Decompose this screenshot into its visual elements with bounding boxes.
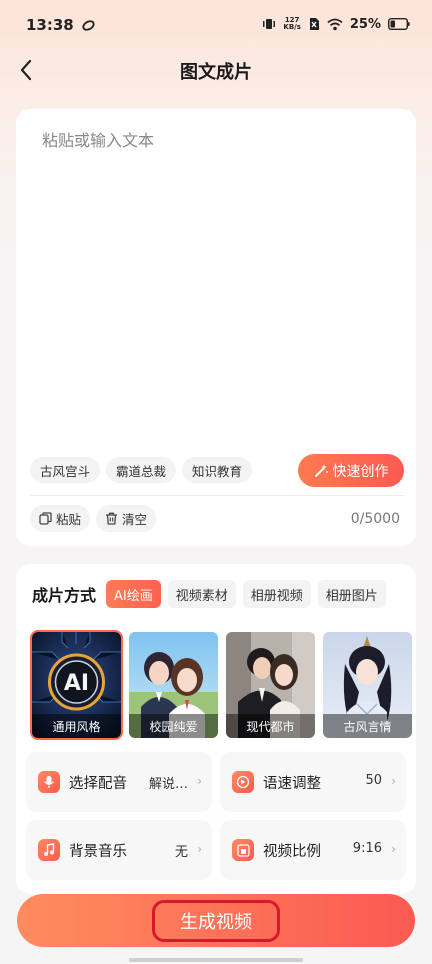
tab-album-video[interactable]: 相册视频 xyxy=(242,580,311,608)
tag-ceo[interactable]: 霸道总裁 xyxy=(106,457,177,483)
aspect-ratio-icon xyxy=(232,839,254,861)
battery-icon xyxy=(388,18,410,30)
paste-label: 粘贴 xyxy=(56,512,82,527)
style-caption: 校园纯爱 xyxy=(129,714,218,738)
nav-bar: 图文成片 xyxy=(0,50,432,90)
style-caption: 通用风格 xyxy=(32,714,121,738)
trash-icon xyxy=(106,512,118,525)
text-input-card: 古风宫斗 霸道总裁 知识教育 快速创作 粘贴 清空 0/5000 xyxy=(16,109,416,546)
style-caption: 现代都市 xyxy=(226,714,315,738)
quick-create-label: 快速创作 xyxy=(332,463,389,480)
battery-percent: 25% xyxy=(349,16,381,32)
music-value: 无 xyxy=(174,845,188,860)
clear-label: 清空 xyxy=(122,512,148,527)
style-list: AI 通用风格 校园纯爱 现代都市 古风言情 xyxy=(32,632,412,738)
ratio-label: 视频比例 xyxy=(263,844,321,860)
tag-education[interactable]: 知识教育 xyxy=(182,457,253,483)
tag-ancient-palace[interactable]: 古风宫斗 xyxy=(30,457,101,483)
style-card-urban[interactable]: 现代都市 xyxy=(226,632,315,738)
tab-ai-painting[interactable]: AI绘画 xyxy=(106,580,161,608)
speed-value: 50 xyxy=(365,773,382,788)
divider xyxy=(30,495,404,496)
tab-album-image[interactable]: 相册图片 xyxy=(317,580,386,608)
wifi-icon xyxy=(327,18,343,30)
sim-off-icon xyxy=(309,18,319,30)
status-time: 13:38 xyxy=(26,16,74,34)
style-card-general[interactable]: AI 通用风格 xyxy=(32,632,121,738)
options-card: 成片方式 AI绘画 视频素材 相册视频 相册图片 AI 通用风格 校园纯爱 现代… xyxy=(16,564,416,894)
chevron-right-icon: › xyxy=(391,774,396,788)
style-card-campus[interactable]: 校园纯爱 xyxy=(129,632,218,738)
quick-create-button[interactable]: 快速创作 xyxy=(298,454,404,487)
speed-icon xyxy=(232,771,254,793)
app-notification-icon xyxy=(82,20,95,31)
clear-button[interactable]: 清空 xyxy=(96,505,157,532)
mode-row: 成片方式 AI绘画 视频素材 相册视频 相册图片 xyxy=(32,580,393,608)
text-tools: 粘贴 清空 xyxy=(30,505,157,532)
topic-tags: 古风宫斗 霸道总裁 知识教育 xyxy=(30,457,253,483)
microphone-icon xyxy=(38,771,60,793)
ratio-setting[interactable]: 视频比例 9:16 › xyxy=(220,820,406,880)
chevron-right-icon: › xyxy=(391,842,396,856)
generate-video-label: 生成视频 xyxy=(152,899,280,942)
char-count: 0/5000 xyxy=(350,511,400,527)
paste-icon xyxy=(39,512,52,525)
voice-label: 选择配音 xyxy=(69,776,127,792)
text-input[interactable] xyxy=(42,127,392,427)
music-setting[interactable]: 背景音乐 无 › xyxy=(26,820,212,880)
magic-wand-icon xyxy=(314,464,328,477)
paste-button[interactable]: 粘贴 xyxy=(30,505,91,532)
vibrate-icon xyxy=(263,19,276,29)
style-caption: 古风言情 xyxy=(323,714,412,738)
status-bar: 13:38 127 KB/s 25% xyxy=(0,0,432,50)
page-title: 图文成片 xyxy=(180,62,252,83)
voice-setting[interactable]: 选择配音 解说… › xyxy=(26,752,212,812)
status-right: 127 KB/s 25% xyxy=(262,14,410,34)
ai-badge: AI xyxy=(64,671,89,696)
speed-setting[interactable]: 语速调整 50 › xyxy=(220,752,406,812)
ratio-value: 9:16 xyxy=(352,841,382,856)
mode-label: 成片方式 xyxy=(32,586,97,605)
network-speed: 127 KB/s xyxy=(283,16,301,31)
generate-video-button[interactable]: 生成视频 xyxy=(17,894,415,947)
chevron-right-icon: › xyxy=(197,774,202,788)
tab-video-material[interactable]: 视频素材 xyxy=(167,580,236,608)
home-indicator[interactable] xyxy=(129,958,303,962)
voice-value: 解说… xyxy=(148,777,188,792)
speed-label: 语速调整 xyxy=(263,776,321,792)
style-card-ancient-romance[interactable]: 古风言情 xyxy=(323,632,412,738)
music-label: 背景音乐 xyxy=(69,844,127,860)
chevron-right-icon: › xyxy=(197,842,202,856)
music-icon xyxy=(38,839,60,861)
